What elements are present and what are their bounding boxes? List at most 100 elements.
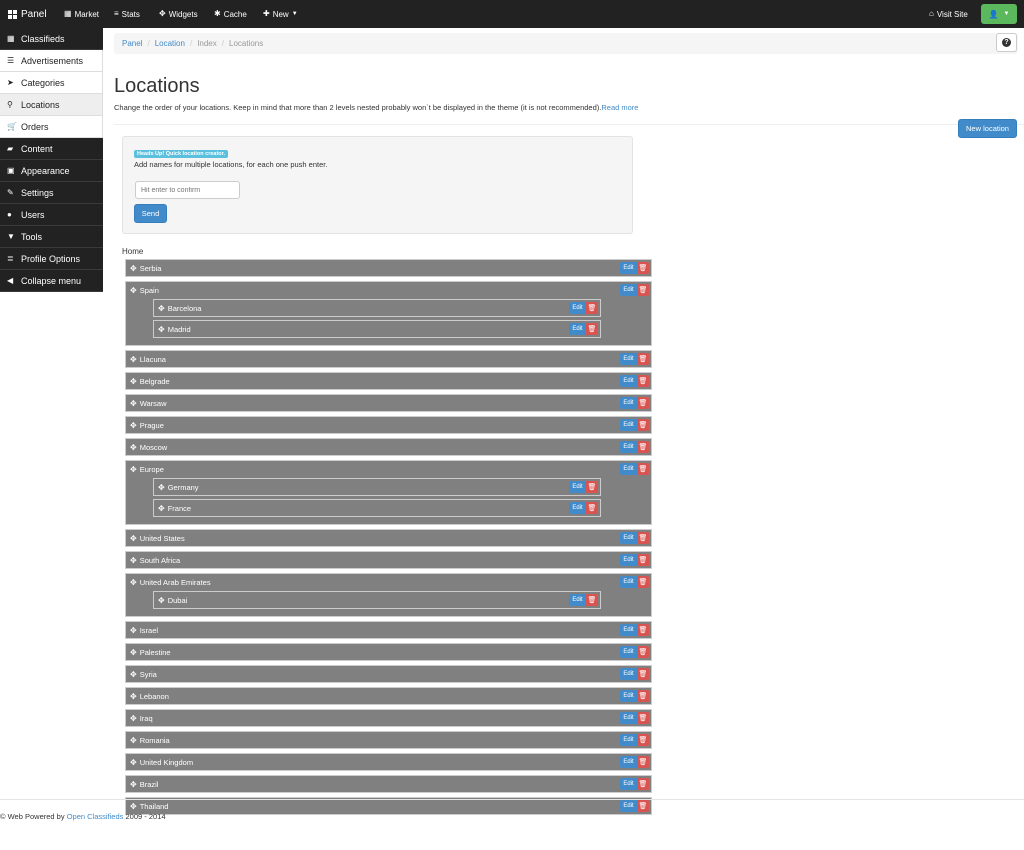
move-handle-icon[interactable]: ✥: [158, 504, 165, 513]
delete-trash-icon[interactable]: 🗑: [637, 624, 649, 636]
sidebar-item-users[interactable]: ● Users: [0, 204, 103, 226]
child-location-item[interactable]: ✥ Dubai Edit 🗑: [153, 591, 601, 609]
nav-cache[interactable]: ✱ Cache: [214, 0, 247, 28]
move-handle-icon[interactable]: ✥: [158, 596, 165, 605]
delete-trash-icon[interactable]: 🗑: [637, 734, 649, 746]
nav-new-dropdown[interactable]: ✚ New ▼: [263, 0, 298, 28]
move-handle-icon[interactable]: ✥: [158, 325, 165, 334]
edit-button[interactable]: Edit: [569, 323, 586, 335]
move-handle-icon[interactable]: ✥: [130, 534, 137, 543]
read-more-link[interactable]: Read more: [601, 103, 638, 112]
location-item[interactable]: ✥ United Arab Emirates Edit 🗑 ✥ Dubai Edit 🗑: [125, 573, 652, 617]
move-handle-icon[interactable]: ✥: [130, 355, 137, 364]
child-location-item[interactable]: ✥ France Edit 🗑: [153, 499, 601, 517]
sidebar-item-classifieds[interactable]: ▦ Classifieds: [0, 28, 103, 50]
location-item[interactable]: ✥ Israel Edit 🗑: [125, 621, 652, 639]
nav-visit-site[interactable]: ⌂ Visit Site: [929, 0, 968, 28]
sidebar-item-locations[interactable]: ⚲ Locations: [0, 94, 103, 116]
delete-trash-icon[interactable]: 🗑: [637, 375, 649, 387]
brand-link[interactable]: Panel: [8, 0, 47, 28]
edit-button[interactable]: Edit: [620, 397, 637, 409]
delete-trash-icon[interactable]: 🗑: [637, 756, 649, 768]
edit-button[interactable]: Edit: [620, 668, 637, 680]
delete-trash-icon[interactable]: 🗑: [637, 690, 649, 702]
child-location-item[interactable]: ✥ Barcelona Edit 🗑: [153, 299, 601, 317]
location-item[interactable]: ✥ Spain Edit 🗑 ✥ Barcelona Edit 🗑 ✥ Madrid Edit 🗑: [125, 281, 652, 346]
edit-button[interactable]: Edit: [620, 756, 637, 768]
location-item[interactable]: ✥ Llacuna Edit 🗑: [125, 350, 652, 368]
edit-button[interactable]: Edit: [620, 419, 637, 431]
edit-button[interactable]: Edit: [569, 302, 586, 314]
move-handle-icon[interactable]: ✥: [130, 286, 137, 295]
delete-trash-icon[interactable]: 🗑: [637, 668, 649, 680]
location-item[interactable]: ✥ Europe Edit 🗑 ✥ Germany Edit 🗑 ✥ France Edit 🗑: [125, 460, 652, 525]
edit-button[interactable]: Edit: [569, 594, 586, 606]
nav-stats[interactable]: ≡ Stats: [114, 0, 140, 28]
send-button[interactable]: Send: [134, 204, 167, 223]
move-handle-icon[interactable]: ✥: [130, 670, 137, 679]
move-handle-icon[interactable]: ✥: [130, 780, 137, 789]
location-item[interactable]: ✥ Brazil Edit 🗑: [125, 775, 652, 793]
move-handle-icon[interactable]: ✥: [130, 626, 137, 635]
sidebar-item-content[interactable]: ▰ Content: [0, 138, 103, 160]
move-handle-icon[interactable]: ✥: [130, 758, 137, 767]
location-item[interactable]: ✥ United Kingdom Edit 🗑: [125, 753, 652, 771]
help-button[interactable]: ?: [996, 33, 1017, 52]
location-item[interactable]: ✥ Prague Edit 🗑: [125, 416, 652, 434]
child-location-item[interactable]: ✥ Germany Edit 🗑: [153, 478, 601, 496]
delete-trash-icon[interactable]: 🗑: [637, 353, 649, 365]
breadcrumb-panel[interactable]: Panel: [122, 39, 142, 48]
move-handle-icon[interactable]: ✥: [130, 802, 137, 811]
sidebar-item-profile-options[interactable]: ≣ Profile Options: [0, 248, 103, 270]
sidebar-item-advertisements[interactable]: ☰ Advertisements: [0, 50, 103, 72]
location-item[interactable]: ✥ South Africa Edit 🗑: [125, 551, 652, 569]
edit-button[interactable]: Edit: [620, 800, 637, 812]
edit-button[interactable]: Edit: [620, 375, 637, 387]
location-item[interactable]: ✥ United States Edit 🗑: [125, 529, 652, 547]
delete-trash-icon[interactable]: 🗑: [586, 594, 598, 606]
location-item[interactable]: ✥ Moscow Edit 🗑: [125, 438, 652, 456]
edit-button[interactable]: Edit: [620, 646, 637, 658]
user-menu-button[interactable]: 👤 ▼: [981, 4, 1017, 24]
sidebar-item-orders[interactable]: 🛒 Orders: [0, 116, 103, 138]
delete-trash-icon[interactable]: 🗑: [637, 576, 649, 588]
location-item[interactable]: ✥ Serbia Edit 🗑: [125, 259, 652, 277]
nav-market[interactable]: ▦ Market: [64, 0, 99, 28]
edit-button[interactable]: Edit: [620, 284, 637, 296]
edit-button[interactable]: Edit: [569, 502, 586, 514]
move-handle-icon[interactable]: ✥: [130, 421, 137, 430]
edit-button[interactable]: Edit: [569, 481, 586, 493]
move-handle-icon[interactable]: ✥: [130, 692, 137, 701]
move-handle-icon[interactable]: ✥: [130, 578, 137, 587]
delete-trash-icon[interactable]: 🗑: [637, 646, 649, 658]
edit-button[interactable]: Edit: [620, 353, 637, 365]
delete-trash-icon[interactable]: 🗑: [586, 302, 598, 314]
sidebar-item-settings[interactable]: ✎ Settings: [0, 182, 103, 204]
location-item[interactable]: ✥ Palestine Edit 🗑: [125, 643, 652, 661]
edit-button[interactable]: Edit: [620, 262, 637, 274]
move-handle-icon[interactable]: ✥: [130, 556, 137, 565]
sidebar-item-appearance[interactable]: ▣ Appearance: [0, 160, 103, 182]
delete-trash-icon[interactable]: 🗑: [637, 554, 649, 566]
edit-button[interactable]: Edit: [620, 463, 637, 475]
edit-button[interactable]: Edit: [620, 734, 637, 746]
move-handle-icon[interactable]: ✥: [130, 399, 137, 408]
open-classifieds-link[interactable]: Open Classifieds: [67, 812, 124, 821]
sidebar-item-categories[interactable]: ➤ Categories: [0, 72, 103, 94]
edit-button[interactable]: Edit: [620, 624, 637, 636]
delete-trash-icon[interactable]: 🗑: [637, 419, 649, 431]
delete-trash-icon[interactable]: 🗑: [637, 778, 649, 790]
delete-trash-icon[interactable]: 🗑: [637, 262, 649, 274]
sidebar-item-tools[interactable]: ▼ Tools: [0, 226, 103, 248]
delete-trash-icon[interactable]: 🗑: [637, 397, 649, 409]
nav-widgets[interactable]: ✥ Widgets: [159, 0, 198, 28]
delete-trash-icon[interactable]: 🗑: [637, 284, 649, 296]
delete-trash-icon[interactable]: 🗑: [637, 800, 649, 812]
move-handle-icon[interactable]: ✥: [130, 377, 137, 386]
edit-button[interactable]: Edit: [620, 712, 637, 724]
delete-trash-icon[interactable]: 🗑: [637, 441, 649, 453]
delete-trash-icon[interactable]: 🗑: [586, 323, 598, 335]
delete-trash-icon[interactable]: 🗑: [637, 532, 649, 544]
location-names-input[interactable]: [135, 181, 240, 199]
delete-trash-icon[interactable]: 🗑: [637, 463, 649, 475]
